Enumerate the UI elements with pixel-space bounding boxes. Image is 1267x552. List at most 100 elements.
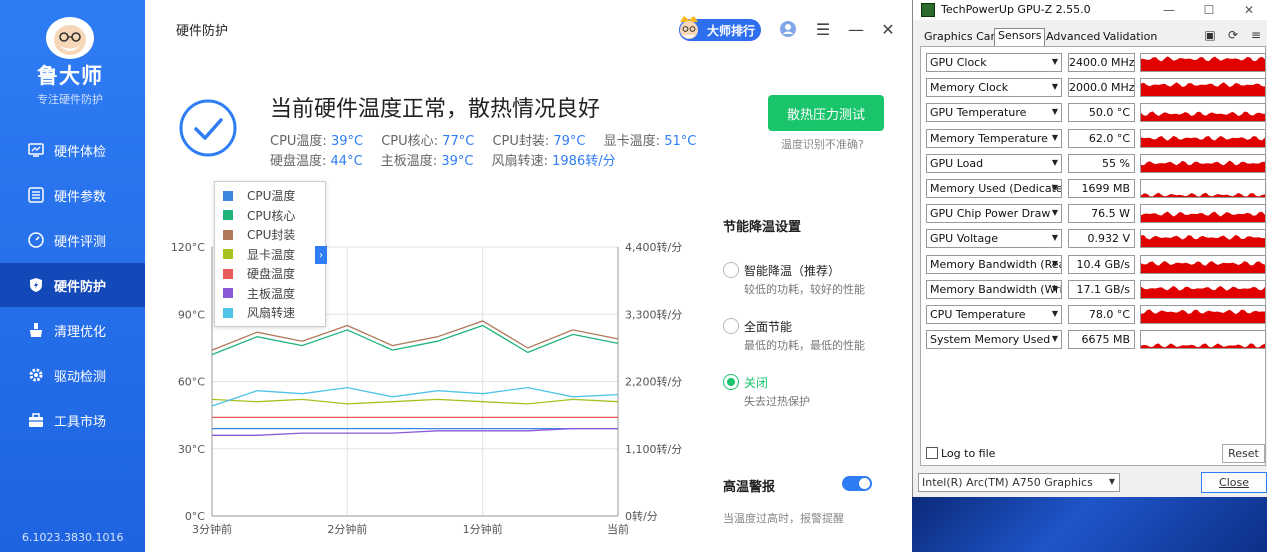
legend-swatch-3 bbox=[223, 249, 233, 260]
legend-item[interactable]: 主板温度 bbox=[223, 284, 325, 304]
tab-validation[interactable]: Validation bbox=[1100, 30, 1160, 46]
nav-label: 硬件参数 bbox=[54, 189, 107, 205]
sensor-name: GPU Load bbox=[930, 156, 984, 170]
option-desc: 最低的功耗，最低的性能 bbox=[744, 339, 865, 352]
gpu-temp-label: 显卡温度: bbox=[603, 134, 661, 149]
sensor-row: CPU Temperature ▼ 78.0 °C bbox=[926, 305, 1267, 324]
gpuz-titlebar: TechPowerUp GPU-Z 2.55.0 — ☐ ✕ bbox=[913, 0, 1267, 20]
sensor-value[interactable]: 10.4 GB/s bbox=[1068, 254, 1135, 274]
tab-graphics-card[interactable]: Graphics Card bbox=[921, 30, 1005, 46]
sensor-name-select[interactable]: Memory Temperature ▼ bbox=[926, 128, 1062, 148]
high-temp-alarm-toggle[interactable] bbox=[842, 476, 872, 491]
sensor-name-select[interactable]: System Memory Used ▼ bbox=[926, 330, 1062, 350]
legend-item[interactable]: 风扇转速 bbox=[223, 303, 325, 323]
legend-swatch-5 bbox=[223, 288, 233, 299]
sensor-name-select[interactable]: GPU Chip Power Draw ▼ bbox=[926, 204, 1062, 224]
nav-item-driver-check[interactable]: 驱动检测 bbox=[0, 353, 145, 397]
close-button[interactable]: Close bbox=[1201, 472, 1267, 493]
camera-icon[interactable]: ▣ bbox=[1203, 28, 1217, 42]
legend-item[interactable]: CPU核心 bbox=[223, 206, 325, 226]
log-to-file-checkbox[interactable] bbox=[926, 447, 938, 459]
sensor-row: GPU Load ▼ 55 % bbox=[926, 153, 1267, 173]
disk-temp-label: 硬盘温度: bbox=[270, 154, 327, 169]
refresh-icon[interactable]: ⟳ bbox=[1226, 28, 1240, 42]
radio-off[interactable] bbox=[723, 374, 739, 390]
sensor-name-select[interactable]: Memory Bandwidth (Read) ▼ bbox=[926, 254, 1062, 274]
close-icon[interactable]: ✕ bbox=[1239, 1, 1259, 19]
sensor-graph bbox=[1140, 179, 1266, 198]
sensor-value[interactable]: 2400.0 MHz bbox=[1068, 53, 1135, 72]
legend-collapse-chevron-icon[interactable]: › bbox=[315, 246, 327, 264]
legend-item[interactable]: 显卡温度 bbox=[223, 245, 325, 265]
sensor-name-select[interactable]: CPU Temperature ▼ bbox=[926, 305, 1062, 324]
broom-icon bbox=[28, 322, 44, 338]
sensor-value[interactable]: 0.932 V bbox=[1068, 229, 1135, 249]
rank-button[interactable]: 大师排行 bbox=[679, 16, 761, 41]
radio-smart-cooling[interactable] bbox=[723, 262, 739, 278]
nav-item-cleanup[interactable]: 清理优化 bbox=[0, 308, 145, 352]
desktop-wallpaper bbox=[912, 497, 1267, 552]
legend-item[interactable]: 硬盘温度 bbox=[223, 264, 325, 284]
brand-name: 鲁大师 bbox=[37, 64, 103, 88]
sensor-graph bbox=[1140, 330, 1266, 350]
sensor-name: Memory Temperature bbox=[930, 131, 1048, 145]
tab-advanced[interactable]: Advanced bbox=[1043, 30, 1103, 46]
sensor-graph bbox=[1140, 103, 1266, 123]
sensor-value[interactable]: 1699 MB bbox=[1068, 179, 1135, 198]
sensor-value[interactable]: 78.0 °C bbox=[1068, 305, 1135, 324]
x-tick-label: 当前 bbox=[607, 522, 629, 536]
menu-icon[interactable]: ☰ bbox=[814, 20, 832, 39]
sensor-name: GPU Voltage bbox=[930, 232, 998, 246]
nav-item-hardware-checkup[interactable]: 硬件体检 bbox=[0, 128, 145, 172]
gpu-temp-value: 51°C bbox=[664, 134, 697, 149]
rank-avatar-icon bbox=[680, 16, 698, 39]
menu-icon[interactable]: ≡ bbox=[1249, 28, 1263, 42]
sensor-value[interactable]: 50.0 °C bbox=[1068, 103, 1135, 123]
stress-test-button[interactable]: 散热压力测试 bbox=[768, 95, 884, 131]
nav-label: 硬件评测 bbox=[54, 234, 107, 250]
sensor-graph bbox=[1140, 204, 1266, 224]
tab-sensors[interactable]: Sensors bbox=[994, 28, 1046, 46]
legend-item[interactable]: CPU封装 bbox=[223, 225, 325, 245]
minimize-icon[interactable]: — bbox=[847, 20, 865, 39]
radio-full-saving[interactable] bbox=[723, 318, 739, 334]
nav-item-hardware-protection[interactable]: 硬件防护 bbox=[0, 263, 145, 307]
sensor-name: Memory Clock bbox=[930, 81, 1009, 95]
sensor-name-select[interactable]: GPU Clock ▼ bbox=[926, 53, 1062, 72]
sensor-value[interactable]: 17.1 GB/s bbox=[1068, 279, 1135, 299]
sensor-name-select[interactable]: GPU Voltage ▼ bbox=[926, 229, 1062, 249]
sensor-name-select[interactable]: GPU Load ▼ bbox=[926, 153, 1062, 173]
chevron-down-icon: ▼ bbox=[1051, 334, 1058, 344]
sensors-panel: GPU Clock ▼ 2400.0 MHz Memory Clock ▼ 2000.0 … bbox=[920, 46, 1266, 466]
nav-item-tool-market[interactable]: 工具市场 bbox=[0, 398, 145, 442]
user-avatar-icon[interactable] bbox=[779, 20, 797, 38]
sensor-name-select[interactable]: GPU Temperature ▼ bbox=[926, 103, 1062, 123]
legend-item[interactable]: CPU温度 bbox=[223, 186, 325, 206]
temperature-row-1: CPU温度: 39°C CPU核心: 77°C CPU封装: 79°C 显卡温度… bbox=[270, 130, 710, 149]
maximize-icon[interactable]: ☐ bbox=[1199, 1, 1219, 19]
sensor-name-select[interactable]: Memory Used (Dedicated) ▼ bbox=[926, 179, 1062, 198]
close-icon[interactable]: ✕ bbox=[879, 20, 897, 39]
nav-label: 硬件防护 bbox=[54, 279, 107, 295]
sensor-value[interactable]: 2000.0 MHz bbox=[1068, 78, 1135, 98]
mascot-logo-icon bbox=[46, 17, 94, 59]
cpu-package-label: CPU封装: bbox=[492, 134, 550, 149]
nav-item-hardware-params[interactable]: 硬件参数 bbox=[0, 173, 145, 217]
device-select[interactable]: Intel(R) Arc(TM) A750 Graphics ▼ bbox=[918, 473, 1120, 492]
sensor-graph-area bbox=[1141, 235, 1265, 248]
sensor-name-select[interactable]: Memory Bandwidth (Write)▼ bbox=[926, 279, 1062, 299]
sensor-value[interactable]: 55 % bbox=[1068, 153, 1135, 173]
sensor-name: Memory Bandwidth (Read) bbox=[930, 257, 1062, 271]
nav-item-hardware-benchmark[interactable]: 硬件评测 bbox=[0, 218, 145, 262]
nav-label: 硬件体检 bbox=[54, 144, 107, 160]
sensor-name-select[interactable]: Memory Clock ▼ bbox=[926, 78, 1062, 98]
ludashi-window: 鲁大师 专注硬件防护 硬件体检 硬件参数 硬件评测 硬件防护 清理优化 驱动检测… bbox=[0, 0, 912, 552]
sensor-value[interactable]: 76.5 W bbox=[1068, 204, 1135, 224]
minimize-icon[interactable]: — bbox=[1159, 1, 1179, 19]
legend-label: 显卡温度 bbox=[247, 247, 296, 262]
sensor-value[interactable]: 6675 MB bbox=[1068, 330, 1135, 350]
reset-button[interactable]: Reset bbox=[1222, 444, 1265, 463]
temp-inaccurate-link[interactable]: 温度识别不准确? bbox=[781, 136, 864, 152]
option-label: 智能降温（推荐） bbox=[744, 264, 841, 278]
sensor-value[interactable]: 62.0 °C bbox=[1068, 128, 1135, 148]
